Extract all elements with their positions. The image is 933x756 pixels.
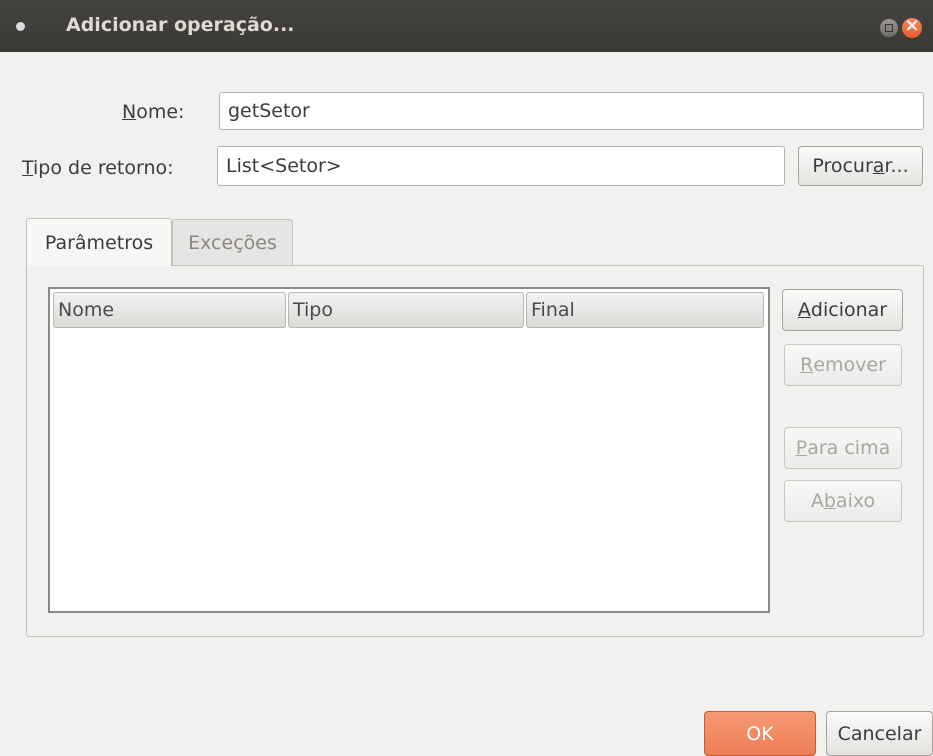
column-header-tipo[interactable]: Tipo bbox=[288, 292, 524, 328]
ok-button[interactable]: OK bbox=[704, 711, 816, 756]
name-field-value: getSetor bbox=[228, 100, 310, 122]
return-type-label: Tipo de retorno: bbox=[22, 157, 174, 179]
parameters-table[interactable]: Nome Tipo Final bbox=[48, 287, 770, 613]
return-type-field[interactable]: List<Setor> bbox=[217, 146, 785, 186]
name-label: Nome: bbox=[122, 101, 185, 123]
cancel-button[interactable]: Cancelar bbox=[826, 711, 933, 756]
name-field[interactable]: getSetor bbox=[219, 92, 924, 130]
column-header-nome[interactable]: Nome bbox=[53, 292, 286, 328]
maximize-icon[interactable] bbox=[880, 19, 898, 37]
title-bar: Adicionar operação... bbox=[0, 0, 933, 52]
return-type-field-value: List<Setor> bbox=[226, 155, 342, 177]
move-up-button[interactable]: Para cima bbox=[784, 427, 902, 469]
tab-excecoes[interactable]: Exceções bbox=[172, 219, 293, 265]
column-header-final[interactable]: Final bbox=[526, 292, 764, 328]
add-button[interactable]: Adicionar bbox=[782, 289, 903, 331]
window-menu-icon[interactable] bbox=[16, 22, 25, 31]
close-icon[interactable] bbox=[902, 15, 922, 38]
tab-parametros-label: Parâmetros bbox=[44, 231, 154, 254]
window-title: Adicionar operação... bbox=[66, 14, 295, 36]
browse-button[interactable]: Procur a r... bbox=[798, 146, 923, 186]
remove-button[interactable]: Remover bbox=[784, 344, 902, 386]
move-down-button[interactable]: Ab aixo bbox=[784, 480, 902, 522]
tab-parametros[interactable]: Parâmetros bbox=[26, 218, 172, 266]
tab-excecoes-label: Exceções bbox=[188, 231, 277, 254]
